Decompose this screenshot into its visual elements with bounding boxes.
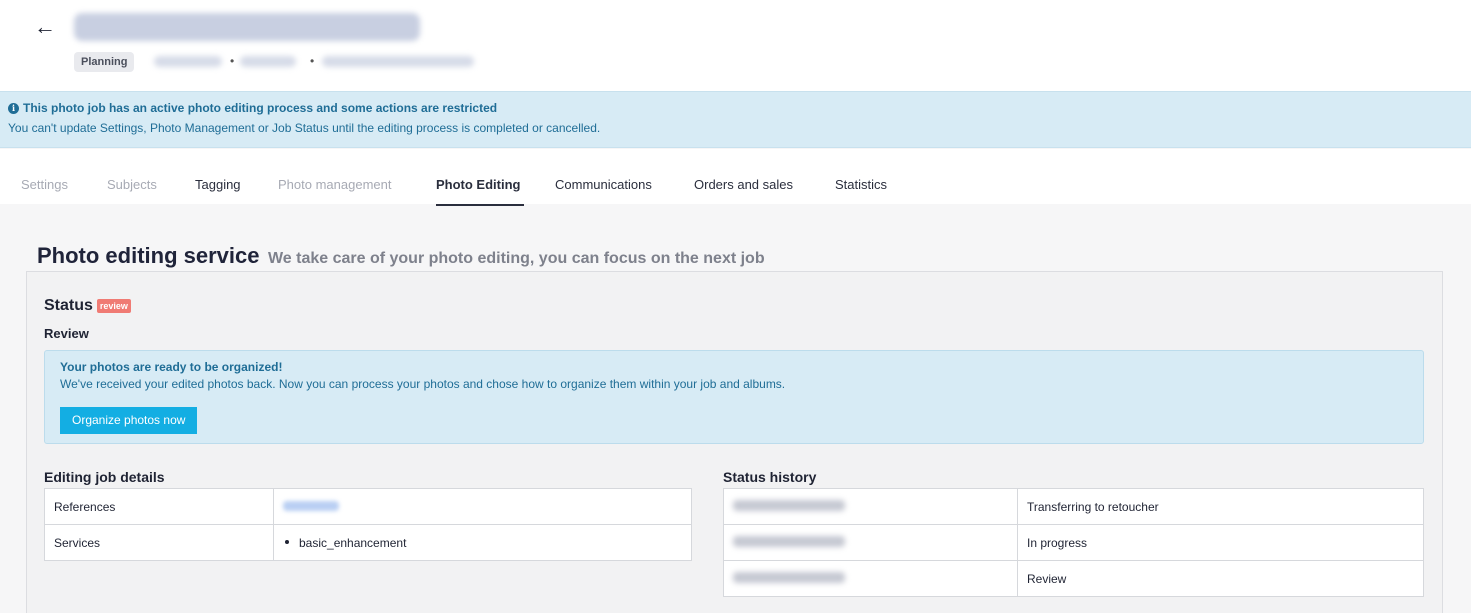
table-row: In progress [723, 524, 1424, 561]
job-title-redacted [74, 13, 420, 41]
tab-orders-and-sales[interactable]: Orders and sales [694, 177, 793, 193]
job-meta-redacted [322, 56, 474, 67]
arrow-left-icon[interactable]: ← [34, 14, 58, 40]
tab-subjects[interactable]: Subjects [107, 177, 157, 193]
tab-bar: Settings Subjects Tagging Photo manageme… [0, 149, 1471, 204]
history-date-redacted [723, 560, 1018, 597]
history-status: In progress [1017, 524, 1424, 561]
section-heading: Photo editing service We take care of yo… [37, 243, 765, 269]
editing-job-details-title: Editing job details [44, 469, 165, 485]
status-badge: review [96, 299, 131, 313]
info-icon: i [8, 103, 19, 114]
current-status: Review [44, 326, 89, 341]
alert-title: This photo job has an active photo editi… [23, 101, 498, 115]
meta-separator: • [310, 54, 315, 68]
photos-ready-title: Your photos are ready to be organized! [60, 360, 283, 374]
photos-ready-text: We've received your edited photos back. … [60, 377, 786, 391]
history-date-redacted [723, 524, 1018, 561]
page-title: Photo editing service [37, 243, 260, 268]
status-label: Status [44, 297, 93, 314]
table-row: References [44, 488, 692, 525]
tab-tagging[interactable]: Tagging [195, 177, 241, 193]
bullet-icon [285, 540, 289, 545]
restriction-alert: i This photo job has an active photo edi… [0, 91, 1471, 148]
active-tab-indicator [436, 204, 524, 206]
photos-ready-alert: Your photos are ready to be organized! W… [44, 350, 1424, 444]
tab-photo-management[interactable]: Photo management [278, 177, 391, 193]
meta-separator: • [230, 54, 235, 68]
history-date-redacted [723, 488, 1018, 525]
status-history-title: Status history [723, 469, 817, 485]
history-status: Transferring to retoucher [1017, 488, 1424, 525]
table-row: Review [723, 560, 1424, 597]
details-value-services: basic_enhancement [273, 524, 692, 561]
details-label-services: Services [44, 524, 274, 561]
status-row: Status review [44, 297, 131, 315]
history-status: Review [1017, 560, 1424, 597]
tab-photo-editing[interactable]: Photo Editing [436, 177, 520, 193]
editing-job-details-table: References Services basic_enhancement [44, 488, 692, 561]
tab-settings[interactable]: Settings [21, 177, 68, 193]
table-row: Services basic_enhancement [44, 524, 692, 561]
tab-statistics[interactable]: Statistics [835, 177, 887, 193]
organize-photos-button[interactable]: Organize photos now [60, 407, 198, 434]
table-row: Transferring to retoucher [723, 488, 1424, 525]
page-subtitle: We take care of your photo editing, you … [267, 250, 765, 267]
job-meta-redacted [240, 56, 296, 67]
job-status-badge: Planning [74, 52, 135, 72]
reference-link-redacted[interactable] [283, 500, 339, 511]
job-meta-redacted [154, 56, 222, 67]
page-header: ← Planning • • [0, 0, 1471, 91]
status-history-table: Transferring to retoucher In progress Re… [723, 488, 1424, 597]
service-item: basic_enhancement [299, 535, 407, 550]
alert-text: You can't update Settings, Photo Managem… [8, 121, 601, 135]
details-label-references: References [44, 488, 274, 525]
details-value-references [273, 488, 692, 525]
tab-communications[interactable]: Communications [555, 177, 652, 193]
